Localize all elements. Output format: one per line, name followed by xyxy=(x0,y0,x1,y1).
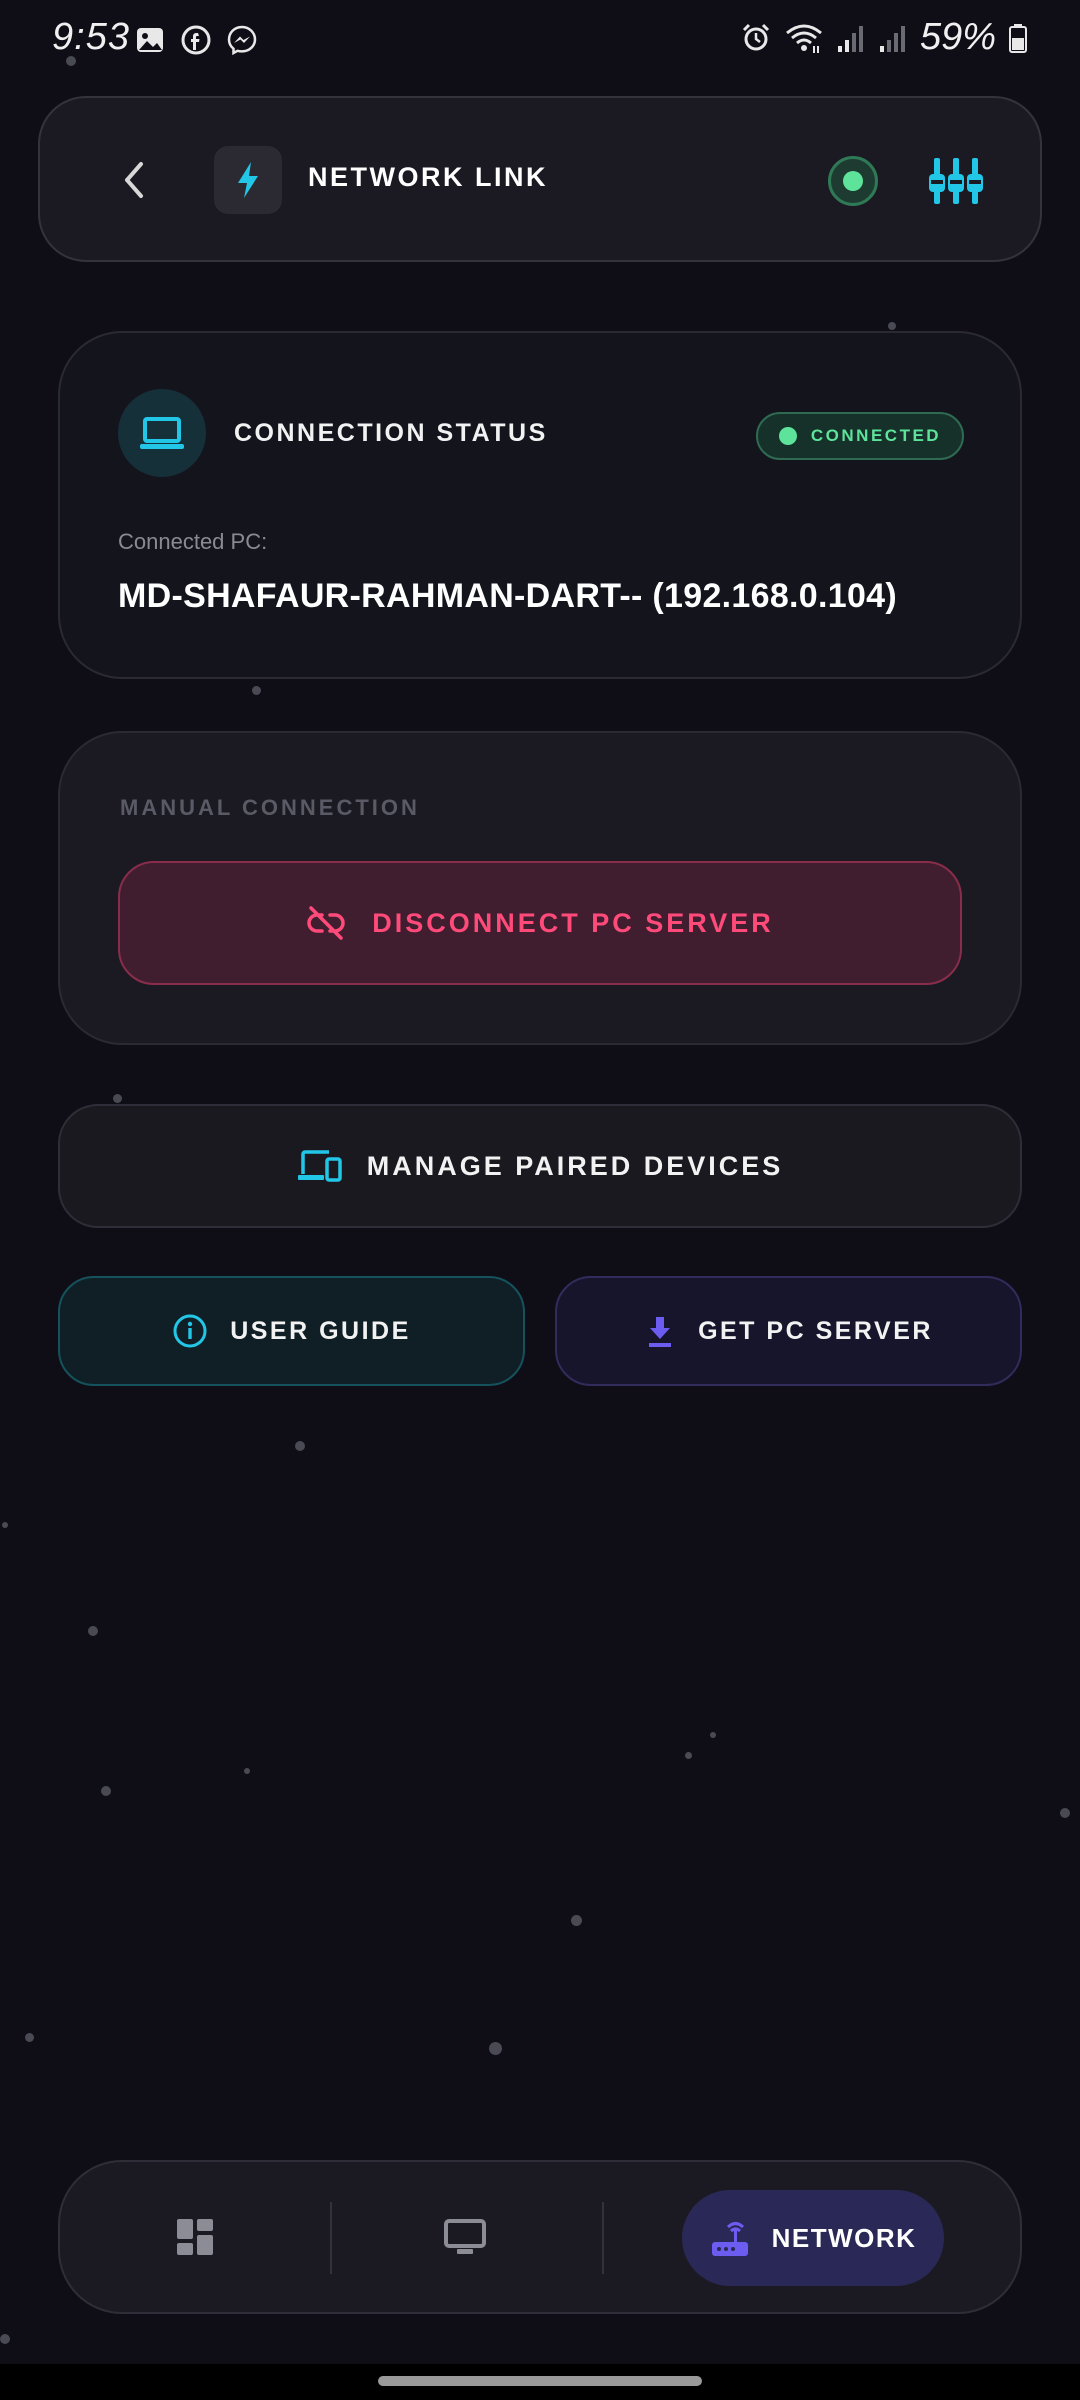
nav-item-dashboard[interactable] xyxy=(120,2162,270,2312)
background-particle xyxy=(101,1786,111,1796)
status-indicator-dot xyxy=(843,171,863,191)
monitor-icon xyxy=(444,2219,486,2254)
disconnect-pc-server-button[interactable]: DISCONNECT PC SERVER xyxy=(118,861,962,985)
status-badge-label: CONNECTED xyxy=(810,426,942,445)
app-logo xyxy=(214,146,282,214)
equalizer-icon xyxy=(929,158,983,204)
background-particle xyxy=(295,1441,305,1451)
laptop-icon-badge xyxy=(118,389,206,477)
system-icons: 59% xyxy=(740,16,1028,59)
background-particle xyxy=(113,1094,122,1103)
background-particle xyxy=(25,2033,34,2042)
home-gesture-handle[interactable] xyxy=(378,2376,702,2386)
background-particle xyxy=(2,1522,8,1528)
background-particle xyxy=(489,2042,502,2055)
alarm-icon xyxy=(742,23,769,50)
back-button[interactable] xyxy=(104,150,164,210)
nav-divider xyxy=(330,2202,332,2274)
nav-item-monitor[interactable] xyxy=(390,2162,540,2312)
battery-percent: 59% xyxy=(919,16,996,58)
notification-icons xyxy=(134,24,258,56)
top-app-bar: NETWORK LINK xyxy=(38,96,1042,262)
back-icon xyxy=(125,162,143,198)
get-pc-server-label: GET PC SERVER xyxy=(698,1316,933,1345)
signal-icon xyxy=(879,25,905,52)
nav-network-label: NETWORK xyxy=(771,2222,917,2253)
laptop-icon xyxy=(140,417,184,449)
status-bar: 9:53 59% xyxy=(0,0,1080,80)
link-off-icon xyxy=(307,906,345,940)
connected-pc-name: MD-SHAFAUR-RAHMAN-DART-- (192.168.0.104) xyxy=(118,577,897,615)
background-particle xyxy=(252,686,261,695)
background-particle xyxy=(244,1768,250,1774)
nav-divider xyxy=(602,2202,604,2274)
user-guide-button[interactable]: USER GUIDE xyxy=(58,1276,525,1386)
devices-icon xyxy=(297,1150,342,1182)
messenger-icon xyxy=(227,25,257,56)
settings-button[interactable] xyxy=(926,152,986,212)
background-particle xyxy=(88,1626,98,1636)
signal-icon xyxy=(837,25,863,52)
router-icon xyxy=(711,2222,748,2256)
user-guide-label: USER GUIDE xyxy=(230,1316,411,1345)
page-title: NETWORK LINK xyxy=(308,162,548,192)
nav-item-network[interactable]: NETWORK xyxy=(682,2190,944,2286)
background-particle xyxy=(571,1915,582,1926)
facebook-icon xyxy=(181,25,211,55)
bolt-icon xyxy=(238,162,258,198)
background-particle xyxy=(710,1732,716,1738)
bottom-navigation: NETWORK xyxy=(58,2160,1022,2314)
connected-pc-label: Connected PC: xyxy=(118,529,268,554)
info-icon xyxy=(173,1314,207,1348)
wifi-icon xyxy=(785,24,822,53)
manage-paired-devices-button[interactable]: MANAGE PAIRED DEVICES xyxy=(58,1104,1022,1228)
background-particle xyxy=(0,2334,10,2344)
get-pc-server-button[interactable]: GET PC SERVER xyxy=(555,1276,1022,1386)
gallery-icon xyxy=(137,28,163,52)
connection-status-indicator[interactable] xyxy=(828,156,878,206)
background-particle xyxy=(888,322,896,330)
manual-connection-title: MANUAL CONNECTION xyxy=(120,795,420,820)
status-badge-dot xyxy=(778,427,797,445)
connection-status-card: CONNECTION STATUS CONNECTED Connected PC… xyxy=(58,331,1022,679)
connection-status-title: CONNECTION STATUS xyxy=(234,419,548,447)
background-particle xyxy=(685,1752,692,1759)
dashboard-icon xyxy=(177,2219,213,2255)
status-time: 9:53 xyxy=(52,16,130,58)
background-particle xyxy=(1060,1808,1070,1818)
manual-connection-card: MANUAL CONNECTION DISCONNECT PC SERVER xyxy=(58,731,1022,1045)
download-icon xyxy=(649,1317,672,1347)
disconnect-button-label: DISCONNECT PC SERVER xyxy=(372,907,774,938)
manage-paired-label: MANAGE PAIRED DEVICES xyxy=(366,1150,784,1181)
status-badge: CONNECTED xyxy=(756,412,964,460)
battery-icon xyxy=(1009,23,1027,53)
